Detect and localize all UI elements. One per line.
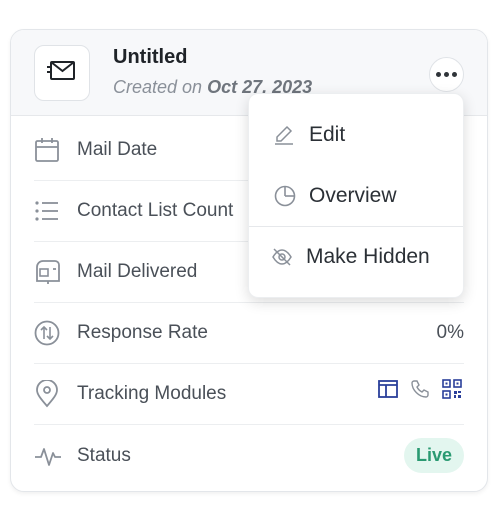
campaign-thumbnail[interactable] bbox=[34, 45, 90, 101]
eye-off-icon bbox=[271, 246, 293, 268]
menu-item-label: Make Hidden bbox=[306, 245, 430, 268]
response-rate-value: 0% bbox=[436, 322, 464, 343]
campaign-title: Untitled bbox=[113, 46, 188, 68]
row-response-rate: Response Rate 0% bbox=[34, 303, 464, 364]
row-label: Mail Delivered bbox=[77, 261, 198, 282]
row-label: Contact List Count bbox=[77, 200, 234, 221]
more-options-menu: Edit Overview Make Hidden bbox=[248, 93, 464, 298]
menu-item-edit[interactable]: Edit bbox=[249, 105, 463, 165]
qr-code-icon[interactable] bbox=[442, 379, 462, 404]
menu-item-overview[interactable]: Overview bbox=[249, 166, 463, 226]
menu-item-label: Overview bbox=[309, 184, 397, 207]
mailbox-icon bbox=[34, 257, 64, 287]
location-pin-icon bbox=[34, 379, 64, 409]
menu-item-label: Edit bbox=[309, 123, 346, 146]
arrows-swap-icon bbox=[34, 318, 64, 348]
row-label: Tracking Modules bbox=[77, 383, 227, 404]
phone-icon[interactable] bbox=[410, 379, 430, 404]
landing-page-icon[interactable] bbox=[378, 380, 398, 403]
row-tracking-modules: Tracking Modules bbox=[34, 364, 464, 425]
menu-item-make-hidden[interactable]: Make Hidden bbox=[249, 227, 463, 287]
more-options-button[interactable] bbox=[429, 57, 464, 92]
activity-icon bbox=[34, 441, 64, 471]
calendar-icon bbox=[34, 135, 64, 165]
row-label: Mail Date bbox=[77, 139, 158, 160]
pie-chart-icon bbox=[274, 185, 296, 207]
tracking-modules-icons bbox=[378, 379, 462, 404]
row-label: Status bbox=[77, 444, 131, 466]
list-icon bbox=[34, 196, 64, 226]
row-label: Response Rate bbox=[77, 322, 208, 343]
created-prefix: Created on bbox=[113, 77, 203, 97]
envelope-icon bbox=[47, 59, 77, 88]
row-status: Status Live bbox=[34, 425, 464, 486]
status-badge: Live bbox=[403, 438, 464, 473]
pencil-icon bbox=[274, 124, 296, 146]
